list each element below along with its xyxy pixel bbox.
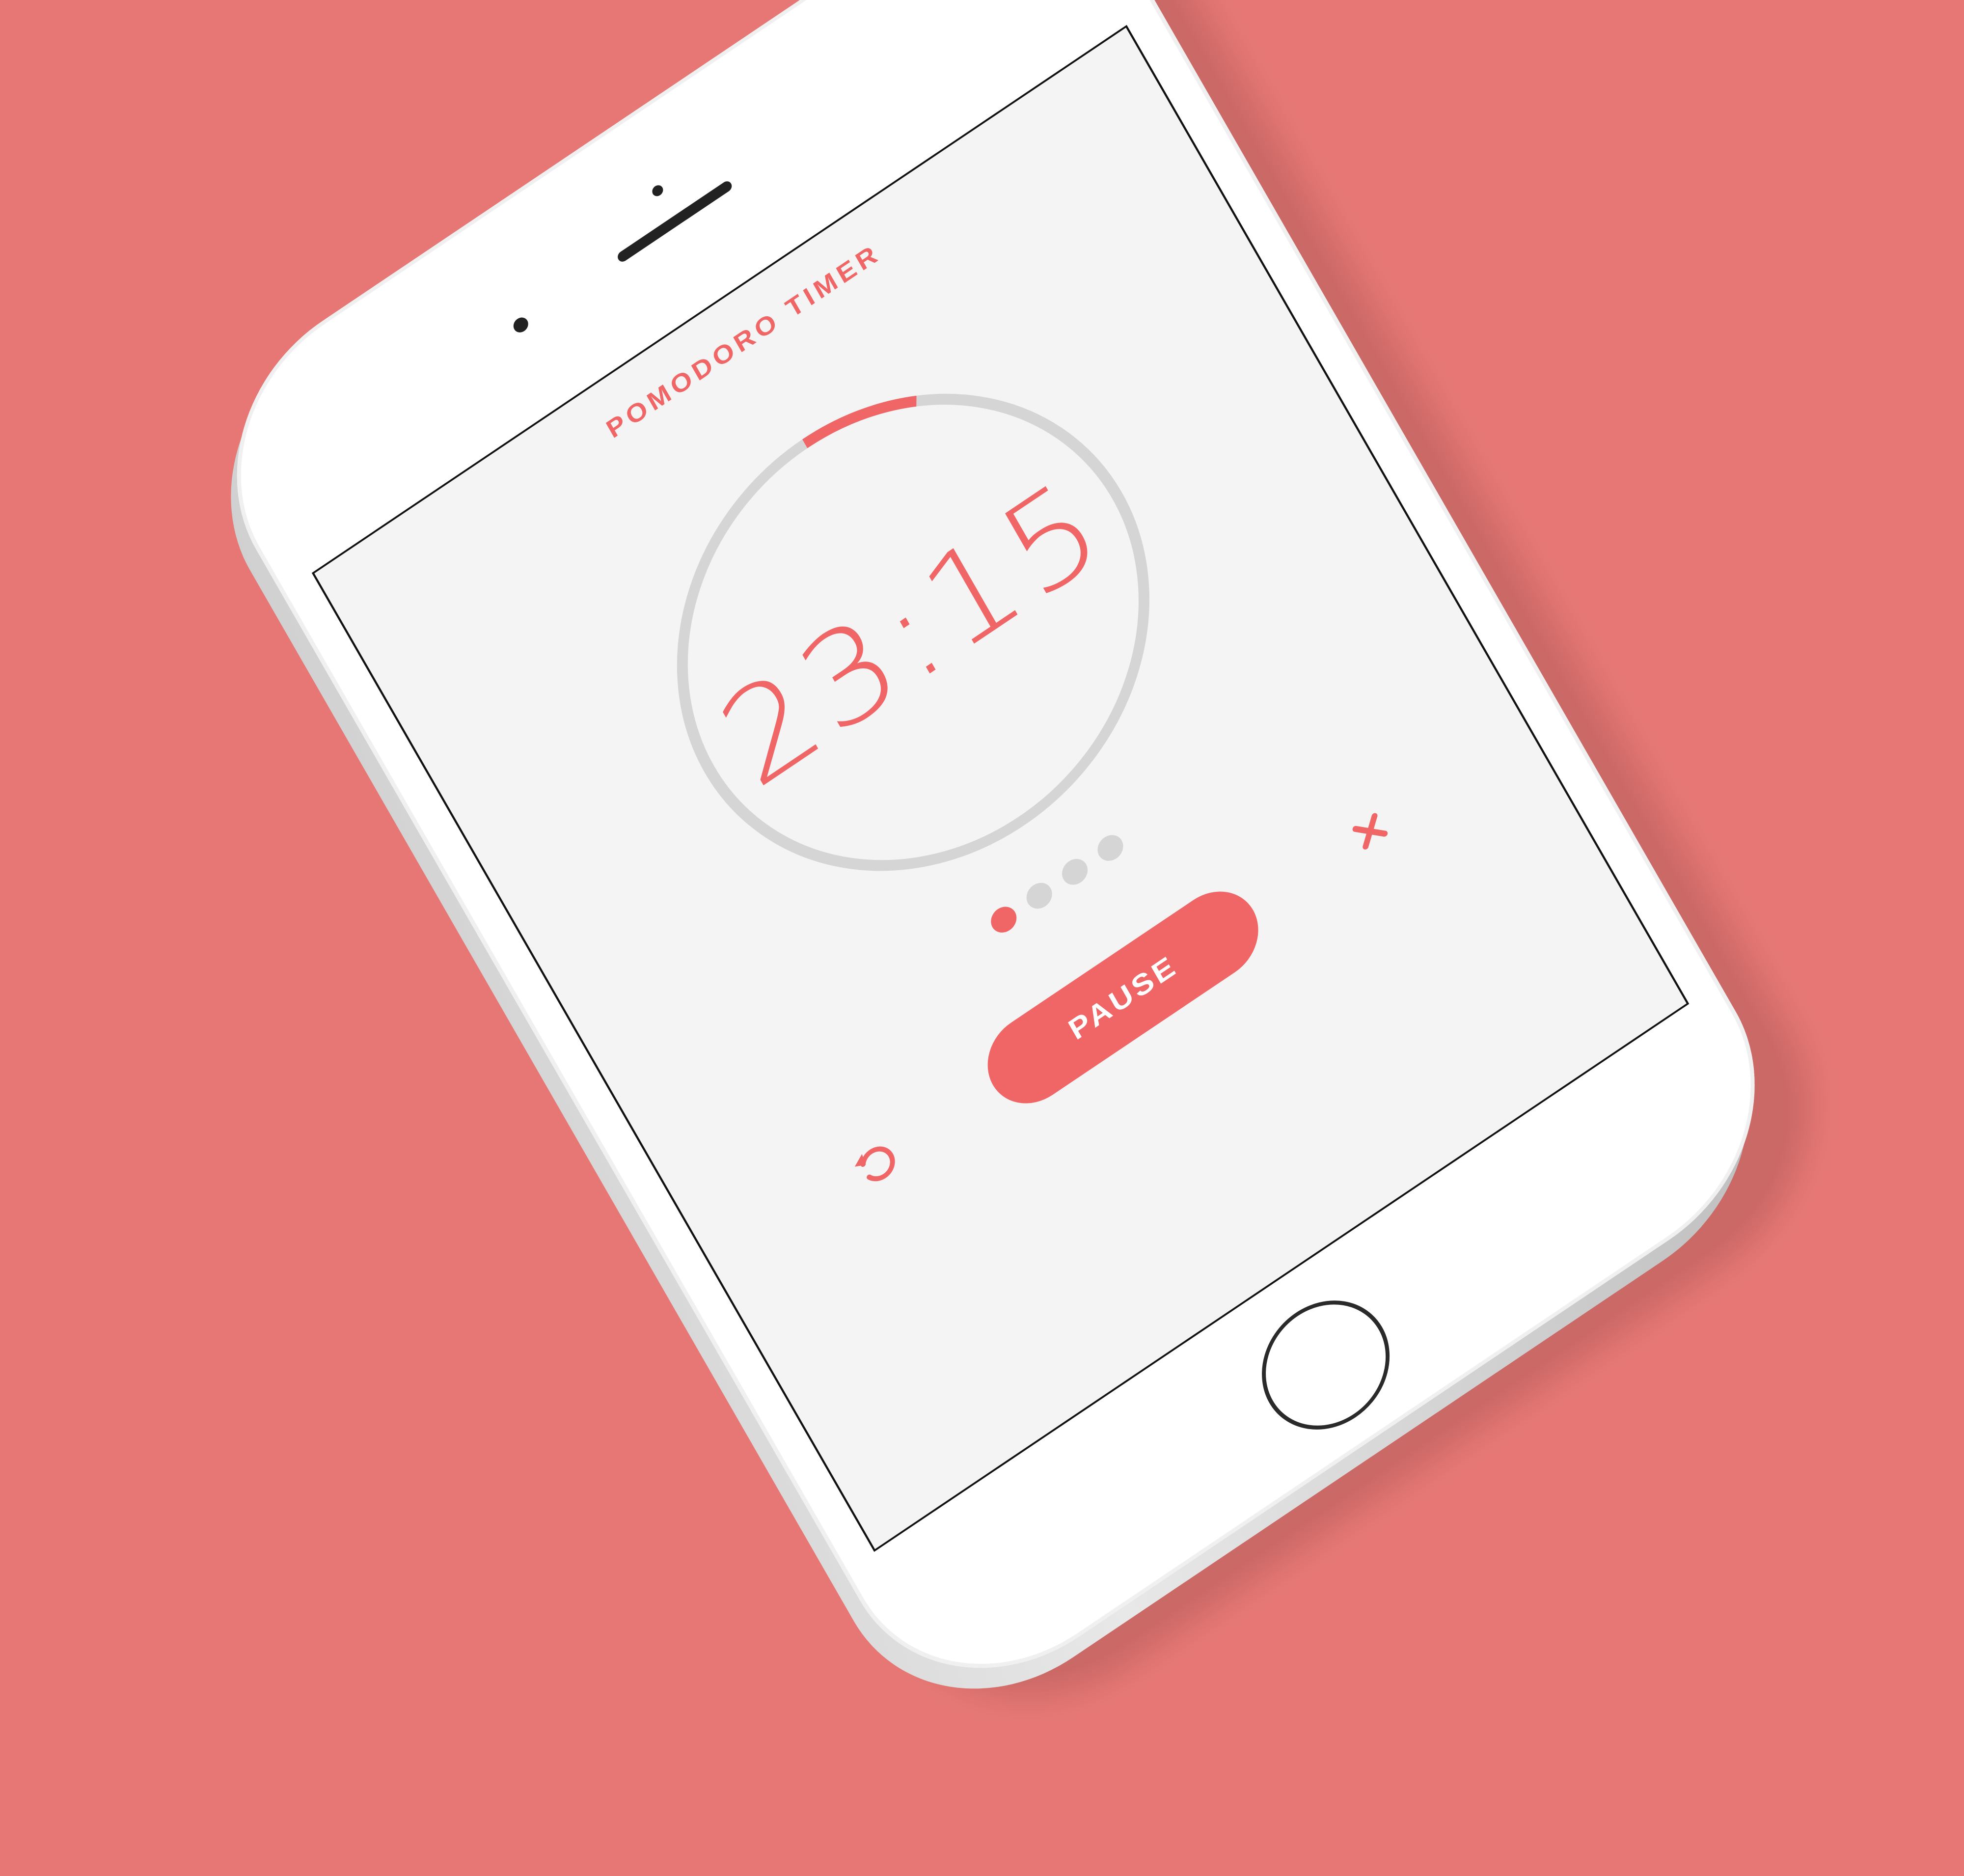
session-dot bbox=[1093, 829, 1128, 866]
session-dot bbox=[1057, 854, 1092, 890]
reset-icon bbox=[854, 1146, 895, 1182]
reset-button[interactable] bbox=[836, 1122, 916, 1205]
close-button[interactable] bbox=[1330, 790, 1410, 873]
session-dot-active bbox=[986, 901, 1021, 938]
phone-screen: POMODORO TIMER 23:15 PAUSE bbox=[311, 25, 1690, 1552]
scene: POMODORO TIMER 23:15 PAUSE bbox=[0, 0, 1964, 1763]
close-icon bbox=[1352, 813, 1388, 850]
session-dot bbox=[1022, 878, 1057, 914]
front-camera bbox=[650, 183, 665, 198]
proximity-sensor bbox=[511, 314, 531, 335]
home-button[interactable] bbox=[1239, 1275, 1412, 1455]
earpiece-speaker bbox=[616, 179, 734, 264]
